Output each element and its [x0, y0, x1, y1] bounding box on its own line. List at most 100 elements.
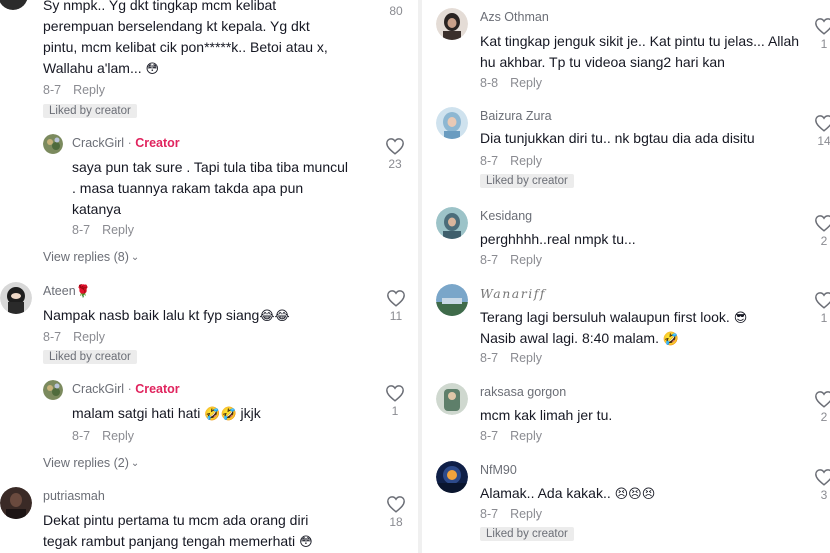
comment-text: Dia tunjukkan diri tu.. nk bgtau dia ada…	[480, 130, 755, 146]
liked-by-creator-badge: Liked by creator	[480, 174, 574, 188]
reply-button[interactable]: Reply	[510, 154, 542, 168]
comment-text: saya pun tak sure . Tapi tula tiba tiba …	[72, 159, 349, 217]
left-comment-panel: Sy nmpk.. Yg dkt tingkap mcm kelibat per…	[0, 0, 418, 553]
like-button[interactable]: 3	[812, 468, 830, 502]
comment-text: Nampak nasb baik lalu kt fyp siang😂😂	[43, 307, 290, 323]
heart-outline-icon	[387, 496, 405, 513]
liked-by-creator-badge: Liked by creator	[43, 350, 137, 364]
laughing-emoji: 😂😂	[259, 308, 290, 323]
view-replies-button[interactable]: View replies (2) ⌄	[43, 456, 139, 470]
comment-username[interactable]: CrackGirl · Creator	[72, 382, 180, 396]
like-button[interactable]: 14	[812, 114, 830, 148]
like-button[interactable]: 11	[384, 289, 408, 323]
comment-text: malam satgi hati hati 🤣🤣 jkjk	[72, 405, 261, 421]
comment-meta: 8-7 Reply	[72, 223, 134, 237]
like-count: 11	[389, 309, 403, 323]
like-button[interactable]: 1	[812, 17, 830, 51]
like-count: 23	[388, 157, 402, 171]
like-button[interactable]: 2	[812, 390, 830, 424]
comment-date: 8-7	[480, 154, 499, 168]
creator-label: Creator	[135, 136, 180, 150]
avatar[interactable]	[436, 107, 468, 139]
heart-outline-icon	[815, 292, 830, 309]
view-replies-button[interactable]: View replies (8) ⌄	[43, 250, 139, 264]
persevering-emoji: 😣😣😣	[614, 486, 656, 501]
comment-meta: 8-7 Reply	[480, 429, 542, 443]
reply-button[interactable]: Reply	[73, 330, 105, 344]
like-button[interactable]: 18	[384, 495, 408, 529]
comment-meta: 8-7 Reply	[480, 351, 542, 365]
like-count: 1	[820, 311, 828, 325]
comment-username[interactable]: Ateen🌹	[43, 284, 91, 298]
avatar[interactable]	[436, 8, 468, 40]
comment-meta: 8-7 Reply	[72, 429, 134, 443]
comment-username[interactable]: Wanariff	[480, 286, 546, 301]
like-button[interactable]: 1	[383, 384, 407, 418]
like-button[interactable]: 1	[812, 291, 830, 325]
comment-meta: 8-7 Reply	[480, 507, 542, 521]
reply-button[interactable]: Reply	[510, 76, 542, 90]
like-count: 1	[391, 404, 399, 418]
comment-username[interactable]: raksasa gorgon	[480, 385, 566, 399]
like-count: 80	[389, 4, 403, 18]
comment-username[interactable]: Kesidang	[480, 209, 532, 223]
chevron-down-icon: ⌄	[130, 252, 140, 263]
comment-meta: 8-7 Reply	[43, 83, 105, 97]
creator-label: Creator	[135, 382, 180, 396]
comment-date: 8-7	[43, 330, 62, 344]
rose-emoji: 🌹	[75, 284, 91, 298]
comment-text: Terang lagi bersuluh walaupun first look…	[480, 309, 748, 346]
comment-username[interactable]: Azs Othman	[480, 10, 549, 24]
heart-outline-icon	[386, 385, 404, 402]
like-count: 18	[389, 515, 403, 529]
avatar[interactable]	[436, 284, 468, 316]
comment-meta: 8-7 Reply	[480, 253, 542, 267]
like-button[interactable]: 23	[383, 137, 407, 171]
rofl-emoji: 🤣	[662, 331, 680, 346]
chevron-down-icon: ⌄	[130, 458, 140, 469]
avatar[interactable]	[43, 134, 63, 154]
heart-outline-icon	[386, 138, 404, 155]
comment-meta: 8-8 Reply	[480, 76, 542, 90]
avatar[interactable]	[436, 383, 468, 415]
reply-button[interactable]: Reply	[102, 223, 134, 237]
avatar[interactable]	[436, 461, 468, 493]
heart-outline-icon	[815, 215, 830, 232]
like-button[interactable]: 80	[384, 2, 408, 18]
avatar[interactable]	[43, 380, 63, 400]
comment-text: perghhhh..real nmpk tu...	[480, 231, 636, 247]
heart-outline-icon	[815, 469, 830, 486]
comment-username[interactable]: NfM90	[480, 463, 517, 477]
right-comment-panel: Azs Othman Kat tingkap jenguk sikit je..…	[422, 0, 830, 553]
like-count: 3	[820, 488, 828, 502]
comment-username[interactable]: putriasmah	[43, 489, 105, 503]
comment-text: Kat tingkap jenguk sikit je.. Kat pintu …	[480, 33, 800, 70]
comment-text: mcm kak limah jer tu.	[480, 407, 613, 423]
avatar[interactable]	[436, 207, 468, 239]
reply-button[interactable]: Reply	[510, 253, 542, 267]
avatar[interactable]	[0, 282, 32, 314]
heart-outline-icon	[387, 290, 405, 307]
comment-username[interactable]: Baizura Zura	[480, 109, 552, 123]
reply-button[interactable]: Reply	[510, 351, 542, 365]
reply-button[interactable]: Reply	[510, 507, 542, 521]
comment-date: 8-7	[43, 83, 62, 97]
flushed-emoji: 😳	[145, 61, 160, 76]
like-button[interactable]: 2	[812, 214, 830, 248]
avatar[interactable]	[0, 487, 32, 519]
liked-by-creator-badge: Liked by creator	[43, 104, 137, 118]
reply-button[interactable]: Reply	[510, 429, 542, 443]
comment-date: 8-7	[72, 223, 91, 237]
comment-username[interactable]: CrackGirl · Creator	[72, 136, 180, 150]
comment-text: Dekat pintu pertama tu mcm ada orang dir…	[43, 512, 313, 549]
heart-outline-icon	[815, 18, 830, 35]
avatar[interactable]	[0, 0, 28, 10]
comment-date: 8-7	[480, 351, 499, 365]
comment-text: Alamak.. Ada kakak.. 😣😣😣	[480, 485, 656, 501]
reply-button[interactable]: Reply	[73, 83, 105, 97]
comment-date: 8-7	[72, 429, 91, 443]
comment-date: 8-8	[480, 76, 499, 90]
comment-date: 8-7	[480, 429, 499, 443]
reply-button[interactable]: Reply	[102, 429, 134, 443]
heart-outline-icon	[815, 391, 830, 408]
